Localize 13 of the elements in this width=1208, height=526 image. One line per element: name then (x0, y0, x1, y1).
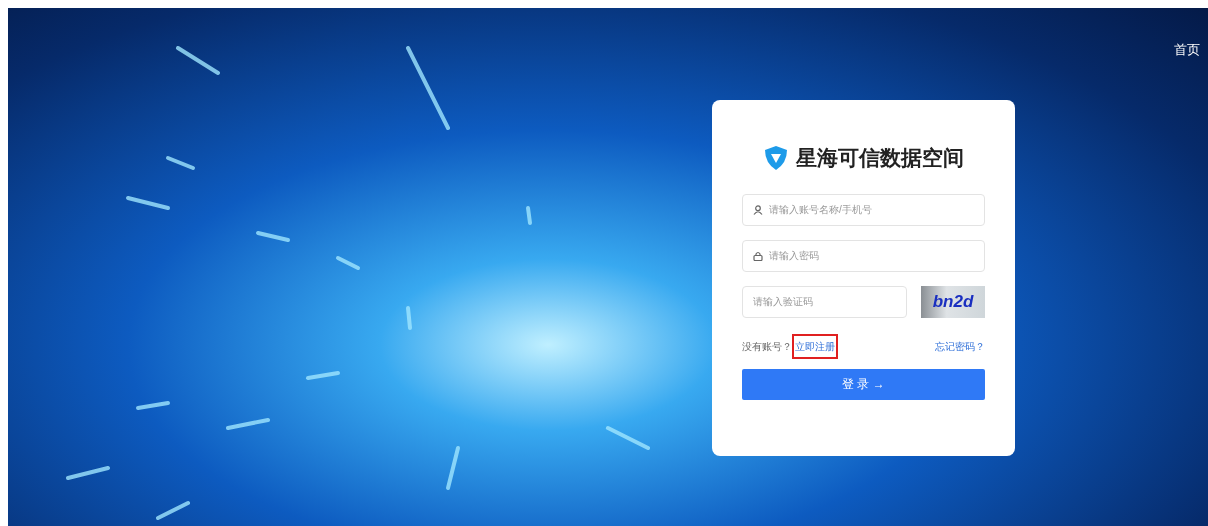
login-button[interactable]: 登 录 → (742, 368, 985, 400)
lock-icon (753, 250, 763, 261)
captcha-field[interactable]: 请输入验证码 (742, 285, 907, 318)
forgot-password-link[interactable]: 忘记密码？ (935, 338, 985, 354)
register-link[interactable]: 立即注册 (792, 333, 838, 359)
app-title: 星海可信数据空间 (795, 145, 964, 171)
home-link[interactable]: 首页 (1174, 40, 1200, 60)
password-field[interactable]: 请输入密码 (742, 239, 985, 272)
username-field[interactable]: 请输入账号名称/手机号 (742, 193, 985, 226)
captcha-image[interactable]: bn2d (921, 285, 985, 318)
register-prompt: 没有账号？ (742, 339, 792, 354)
shield-logo-icon (763, 144, 788, 171)
user-icon (753, 204, 763, 215)
